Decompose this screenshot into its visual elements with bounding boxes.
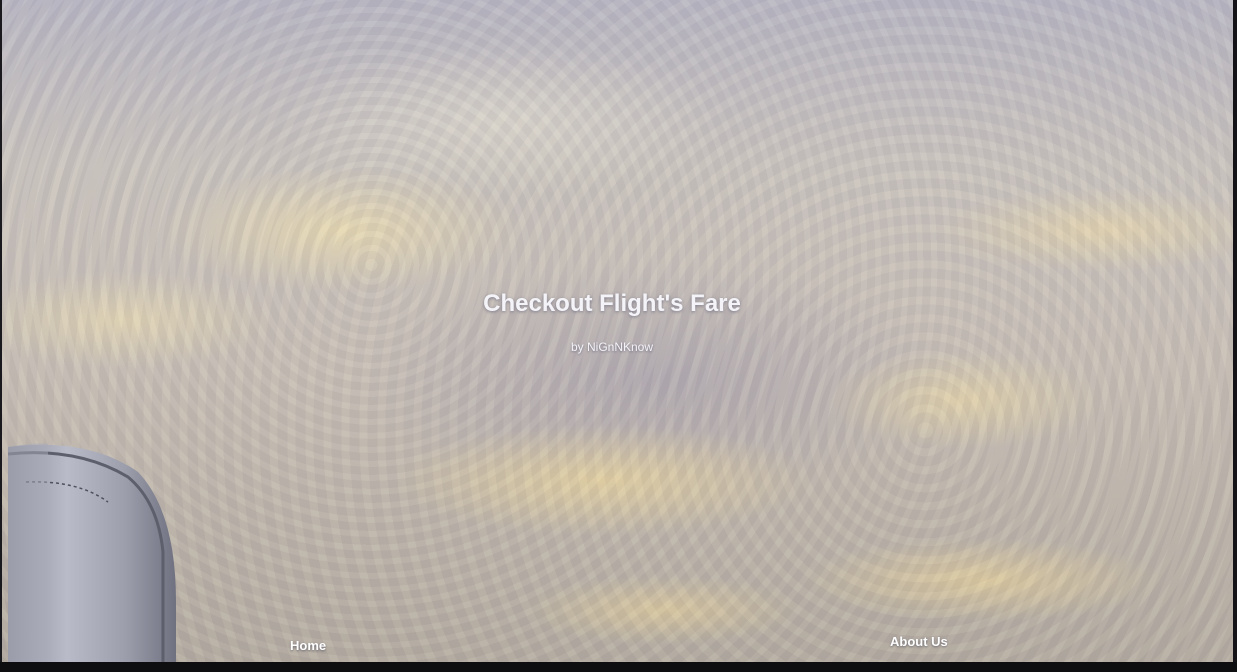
cloud-texture xyxy=(2,0,1233,662)
monitor-bezel-left xyxy=(0,0,2,672)
browser-viewport: Checkout Flight's Fare by NiGnNKnow Home… xyxy=(0,0,1237,672)
nav-link-home[interactable]: Home xyxy=(290,638,326,653)
hero-background-clouds: Checkout Flight's Fare by NiGnNKnow Home… xyxy=(2,0,1233,662)
page-subtitle: by NiGnNKnow xyxy=(570,340,654,354)
monitor-bezel-right xyxy=(1233,0,1237,672)
nav-link-about-us[interactable]: About Us xyxy=(890,634,948,649)
monitor-bezel-bottom xyxy=(0,662,1237,672)
page-title: Checkout Flight's Fare xyxy=(483,290,741,317)
jet-engine-icon xyxy=(8,443,176,662)
